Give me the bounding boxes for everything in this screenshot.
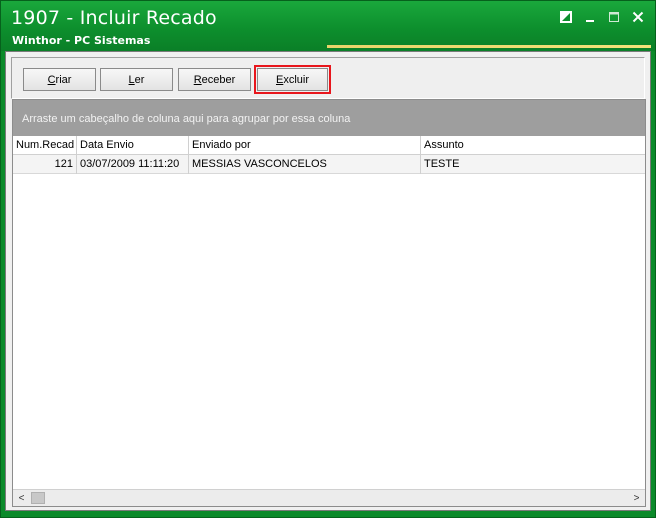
column-header-num-recad[interactable]: Num.Recad	[13, 136, 77, 155]
restore-icon[interactable]	[559, 10, 573, 24]
receber-button-accesskey: R	[193, 73, 202, 86]
receber-button[interactable]: Receber	[178, 68, 251, 91]
column-header-data-envio[interactable]: Data Envio	[77, 136, 189, 155]
excluir-button-label: xcluir	[283, 73, 309, 86]
maximize-icon[interactable]	[607, 10, 621, 24]
minimize-icon[interactable]	[583, 10, 597, 24]
cell-assunto: TESTE	[424, 158, 460, 170]
application-window: 1907 - Incluir Recado Winthor - PC Siste…	[0, 0, 656, 518]
table-row[interactable]: 121 03/07/2009 11:11:20 MESSIAS VASCONCE…	[13, 155, 645, 174]
cell-data-envio: 03/07/2009 11:11:20	[77, 155, 189, 174]
column-header-enviado-por[interactable]: Enviado por	[189, 136, 421, 155]
cell-num-recad: 121	[13, 155, 77, 174]
messages-grid: Arraste um cabeçalho de coluna aqui para…	[12, 99, 646, 507]
toolbar: Criar Ler Receber Excluir	[11, 57, 645, 99]
criar-button-accesskey: C	[47, 73, 56, 86]
scroll-right-arrow-icon[interactable]: >	[628, 490, 645, 506]
criar-button[interactable]: Criar	[23, 68, 96, 91]
receber-button-label: eceber	[201, 73, 236, 86]
scrollbar-thumb[interactable]	[31, 492, 45, 504]
scroll-left-arrow-icon[interactable]: <	[13, 490, 30, 506]
column-header-assunto[interactable]: Assunto	[421, 136, 645, 155]
window-controls	[559, 10, 645, 24]
excluir-button[interactable]: Excluir	[254, 65, 331, 94]
horizontal-scrollbar[interactable]: < >	[13, 489, 645, 506]
grid-header-row: Num.Recad Data Envio Enviado por Assunto	[13, 136, 645, 155]
cell-enviado-por: MESSIAS VASCONCELOS	[189, 155, 421, 174]
ler-button-label: er	[134, 73, 145, 86]
ler-button[interactable]: Ler	[100, 68, 173, 91]
title-bar[interactable]: 1907 - Incluir Recado Winthor - PC Siste…	[1, 1, 655, 51]
group-by-panel[interactable]: Arraste um cabeçalho de coluna aqui para…	[13, 100, 645, 136]
close-icon[interactable]	[631, 10, 645, 24]
client-area: Criar Ler Receber Excluir Arraste um cab…	[5, 51, 651, 511]
window-subtitle: Winthor - PC Sistemas	[12, 34, 151, 47]
window-title: 1907 - Incluir Recado	[11, 7, 217, 29]
title-accent-line	[327, 45, 651, 48]
criar-button-label: riar	[55, 73, 72, 86]
excluir-button-accesskey: E	[275, 73, 284, 86]
